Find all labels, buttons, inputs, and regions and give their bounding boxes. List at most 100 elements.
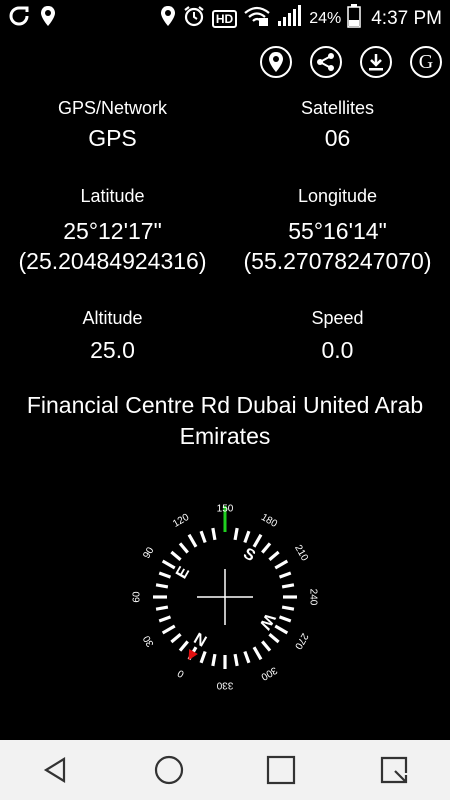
latitude-values: 25°12'17" (25.20484924316) — [0, 217, 225, 277]
download-icon — [369, 54, 383, 71]
altitude-cell: Altitude 25.0 — [0, 308, 225, 364]
compass: 0 30 60 90 120 150 180 210 240 270 300 330 N E S W — [120, 492, 330, 707]
address-text: Financial Centre Rd Dubai United Arab Em… — [0, 390, 450, 452]
latitude-cell: Latitude 25°12'17" (25.20484924316) — [0, 186, 225, 277]
hd-badge: HD — [211, 9, 238, 28]
compass-tick — [155, 583, 169, 589]
compass-tick — [252, 533, 263, 548]
compass-degree-label: 330 — [216, 679, 233, 690]
latitude-dms: 25°12'17" — [63, 218, 162, 244]
compass-degree-label: 150 — [217, 504, 234, 515]
speed-value: 0.0 — [321, 337, 354, 363]
compass-tick — [199, 650, 207, 664]
recents-icon — [267, 755, 296, 785]
compass-tick — [233, 653, 239, 667]
compass-cardinal-label: N — [192, 629, 211, 650]
info-row-coordinates: Latitude 25°12'17" (25.20484924316) Long… — [0, 186, 450, 277]
google-button[interactable]: G — [410, 46, 442, 78]
compass-tick — [278, 615, 292, 623]
compass-tick — [211, 527, 217, 541]
compass-tick — [274, 559, 289, 570]
compass-tick — [281, 583, 295, 589]
speed-cell: Speed 0.0 — [225, 308, 450, 364]
compass-degree-label: 210 — [292, 543, 310, 563]
compass-tick — [274, 624, 289, 635]
info-row-motion: Altitude 25.0 Speed 0.0 — [0, 308, 450, 364]
location-button[interactable] — [260, 46, 292, 78]
compass-dial: 0 30 60 90 120 150 180 210 240 270 300 330 N E S W — [132, 504, 319, 691]
google-icon: G — [418, 50, 434, 73]
compass-tick — [268, 550, 280, 561]
compass-tick — [158, 615, 172, 623]
download-button[interactable] — [360, 46, 392, 78]
compass-tick — [261, 542, 272, 554]
compass-degree-label: 240 — [307, 589, 318, 606]
alarm-icon — [182, 4, 206, 33]
compass-degree-label: 90 — [141, 545, 156, 561]
longitude-dms: 55°16'14" — [288, 218, 387, 244]
compass-degree-label: 270 — [292, 631, 310, 651]
satellites-label: Satellites — [300, 98, 375, 118]
compass-tick — [243, 650, 251, 664]
battery-percent: 24% — [309, 9, 342, 27]
gps-network-value: GPS — [88, 125, 137, 151]
signal-icon — [277, 5, 303, 32]
wifi-icon — [243, 5, 271, 32]
status-time: 4:37 PM — [371, 7, 442, 29]
gps-network-label: GPS/Network — [57, 98, 168, 118]
compass-tick — [178, 542, 189, 554]
compass-tick — [268, 633, 280, 644]
altitude-label: Altitude — [82, 308, 143, 328]
compass-cardinal-label: E — [173, 564, 193, 582]
compass-tick — [161, 559, 176, 570]
navigation-bar — [0, 740, 450, 800]
compass-tick — [178, 640, 189, 652]
longitude-values: 55°16'14" (55.27078247070) — [225, 217, 450, 277]
app-icon — [8, 5, 30, 32]
longitude-cell: Longitude 55°16'14" (55.27078247070) — [225, 186, 450, 277]
address-line-1: Financial Centre Rd Dubai United Arab — [26, 392, 424, 418]
qslide-icon — [380, 756, 407, 784]
satellites-value: 06 — [324, 125, 351, 151]
satellites-cell: Satellites 06 — [225, 98, 450, 152]
back-button[interactable] — [36, 750, 76, 790]
info-row-source: GPS/Network GPS Satellites 06 — [0, 98, 450, 152]
action-toolbar: G — [260, 46, 442, 78]
compass-tick — [261, 640, 272, 652]
north-marker-icon — [188, 649, 198, 661]
location-pin-icon — [160, 4, 176, 33]
qslide-button[interactable] — [374, 750, 414, 790]
location-pin-icon — [40, 5, 56, 32]
altitude-value: 25.0 — [90, 337, 135, 363]
compass-tick — [278, 571, 292, 579]
compass-tick — [170, 550, 182, 561]
compass-tick — [170, 633, 182, 644]
compass-tick — [211, 653, 217, 667]
compass-cardinal-label: W — [255, 610, 278, 632]
status-left — [8, 5, 56, 32]
location-icon — [269, 52, 283, 72]
longitude-label: Longitude — [297, 186, 378, 206]
longitude-decimal: (55.27078247070) — [243, 247, 432, 274]
share-button[interactable] — [310, 46, 342, 78]
compass-tick — [281, 605, 295, 611]
status-right: HD 24% 4:37 PM — [160, 4, 442, 33]
compass-tick — [252, 646, 263, 661]
compass-tick — [199, 530, 207, 544]
home-button[interactable] — [149, 750, 189, 790]
share-icon — [317, 53, 334, 71]
battery-icon — [347, 4, 361, 33]
compass-tick — [243, 530, 251, 544]
gps-network-cell: GPS/Network GPS — [0, 98, 225, 152]
compass-degree-label: 30 — [141, 633, 156, 649]
compass-tick — [158, 571, 172, 579]
status-bar: HD 24% 4:37 PM — [0, 0, 450, 34]
compass-degree-label: 0 — [176, 667, 187, 680]
compass-cardinal-label: S — [240, 545, 258, 565]
speed-label: Speed — [311, 308, 364, 328]
back-icon — [44, 757, 66, 783]
recents-button[interactable] — [261, 750, 301, 790]
compass-degree-label: 180 — [259, 512, 279, 530]
compass-degree-label: 120 — [171, 512, 191, 530]
home-icon — [154, 755, 183, 785]
